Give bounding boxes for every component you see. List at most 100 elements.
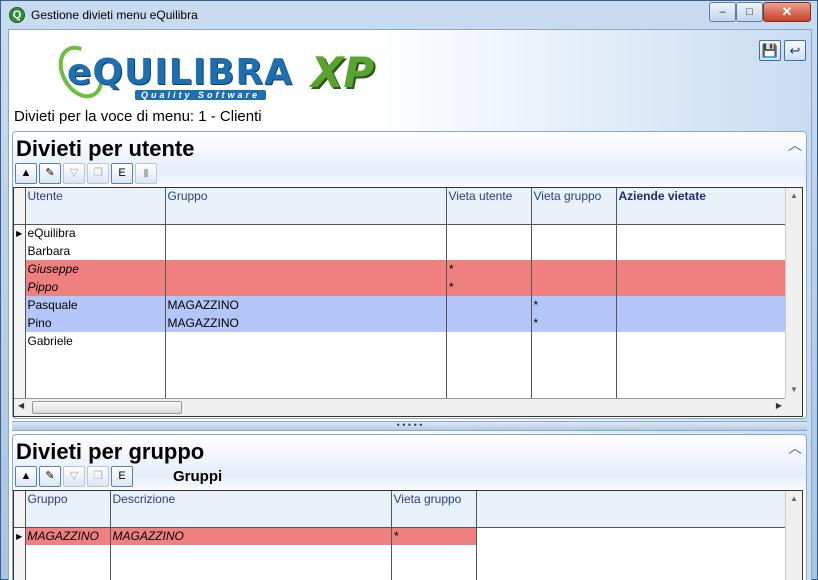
table-row[interactable]: ▶ MAGAZZINO MAGAZZINO * — [14, 527, 786, 545]
cell-vieta-utente[interactable] — [446, 314, 532, 332]
col-header-vieta-utente[interactable]: Vieta utente — [446, 188, 532, 225]
col-header-gruppo[interactable]: Gruppo — [165, 188, 447, 225]
cell-aziende[interactable] — [616, 260, 787, 278]
cell-vieta-gruppo[interactable] — [531, 242, 617, 260]
scroll-thumb[interactable] — [32, 401, 182, 414]
empty-cell[interactable] — [616, 368, 787, 386]
edit-button[interactable]: ✎ — [39, 466, 61, 487]
cell-gruppo[interactable] — [165, 242, 447, 260]
edit-button[interactable]: ✎ — [39, 163, 61, 184]
empty-cell[interactable] — [446, 350, 532, 368]
cell-vieta-gruppo[interactable]: * — [531, 296, 617, 314]
cell-gruppo[interactable] — [165, 332, 447, 350]
cell-aziende[interactable] — [616, 278, 787, 296]
cell-gruppo[interactable] — [165, 224, 447, 242]
cell-gruppo[interactable]: MAGAZZINO — [25, 527, 111, 545]
move-up-button[interactable]: ▲ — [15, 466, 37, 487]
cell-vieta-gruppo[interactable] — [531, 278, 617, 296]
collapse-icon[interactable]: ︿ — [788, 438, 802, 458]
cell-utente[interactable]: Pino — [25, 314, 166, 332]
cell-aziende[interactable] — [616, 314, 787, 332]
table-row[interactable]: Pino MAGAZZINO * — [14, 314, 787, 332]
scroll-down-icon[interactable]: ▼ — [786, 382, 802, 398]
table-row[interactable]: Gabriele — [14, 332, 787, 350]
filter-button[interactable]: ▽ — [63, 466, 85, 487]
col-header-gruppo[interactable]: Gruppo — [25, 491, 111, 528]
lock-button[interactable]: ▮ — [135, 163, 157, 184]
empty-cell[interactable] — [531, 368, 617, 386]
cell-vieta-utente[interactable] — [446, 242, 532, 260]
cell-vieta-gruppo[interactable]: * — [531, 314, 617, 332]
export-excel-button[interactable]: E — [111, 163, 133, 184]
cell-vieta-gruppo[interactable] — [531, 332, 617, 350]
scroll-left-icon[interactable]: ◀ — [18, 401, 24, 410]
empty-cell[interactable] — [446, 368, 532, 386]
empty-cell[interactable] — [531, 350, 617, 368]
cell-gruppo[interactable] — [165, 278, 447, 296]
cell-utente[interactable]: Giuseppe — [25, 260, 166, 278]
cell-utente[interactable]: eQuilibra — [25, 224, 166, 242]
copy-button[interactable]: ❐ — [87, 163, 109, 184]
table-row-empty[interactable] — [14, 350, 787, 368]
cell-utente[interactable]: Pippo — [25, 278, 166, 296]
table-row[interactable]: Pippo * — [14, 278, 787, 296]
cell-vieta-utente[interactable]: * — [446, 260, 532, 278]
cell-utente[interactable]: Pasquale — [25, 296, 166, 314]
cell-vieta-utente[interactable] — [446, 224, 532, 242]
table-row-empty[interactable] — [14, 563, 786, 580]
cell-vieta-gruppo[interactable] — [531, 260, 617, 278]
col-header-utente[interactable]: Utente — [25, 188, 166, 225]
table-row[interactable]: ▶ eQuilibra — [14, 224, 787, 242]
cell-vieta-gruppo[interactable]: * — [391, 527, 477, 545]
cell-gruppo[interactable]: MAGAZZINO — [165, 314, 447, 332]
scroll-right-icon[interactable]: ▶ — [776, 401, 782, 410]
empty-cell[interactable] — [616, 350, 787, 368]
cell-gruppo[interactable]: MAGAZZINO — [165, 296, 447, 314]
empty-cell[interactable] — [165, 368, 447, 386]
save-button[interactable]: 💾 — [759, 40, 781, 61]
user-restrictions-grid[interactable]: Utente Gruppo Vieta utente Vieta gruppo … — [13, 187, 803, 417]
empty-cell[interactable] — [110, 545, 392, 563]
table-row[interactable]: Pasquale MAGAZZINO * — [14, 296, 787, 314]
panel-splitter[interactable]: • • • • • — [12, 421, 807, 431]
cell-vieta-gruppo[interactable] — [531, 224, 617, 242]
col-header-vieta-gruppo[interactable]: Vieta gruppo — [391, 491, 477, 528]
table-row[interactable]: Giuseppe * — [14, 260, 787, 278]
cell-vieta-utente[interactable] — [446, 296, 532, 314]
minimize-button[interactable]: – — [709, 2, 736, 22]
cell-vieta-utente[interactable]: * — [446, 278, 532, 296]
scroll-up-icon[interactable]: ▲ — [786, 188, 802, 204]
empty-cell[interactable] — [110, 563, 392, 580]
empty-cell[interactable] — [25, 563, 111, 580]
cell-vieta-utente[interactable] — [446, 332, 532, 350]
table-row-empty[interactable] — [14, 545, 786, 563]
cell-descrizione[interactable]: MAGAZZINO — [110, 527, 392, 545]
copy-button[interactable]: ❐ — [87, 466, 109, 487]
vertical-scrollbar[interactable]: ▲ ▼ — [785, 188, 802, 398]
col-header-descrizione[interactable]: Descrizione — [110, 491, 392, 528]
col-header-vieta-gruppo[interactable]: Vieta gruppo — [531, 188, 617, 225]
table-row-empty[interactable] — [14, 368, 787, 386]
empty-cell[interactable] — [25, 545, 111, 563]
move-up-button[interactable]: ▲ — [15, 163, 37, 184]
cell-gruppo[interactable] — [165, 260, 447, 278]
close-button[interactable]: ✕ — [763, 2, 811, 22]
group-restrictions-grid[interactable]: Gruppo Descrizione Vieta gruppo ▶ MAGAZZ… — [13, 490, 803, 580]
empty-cell[interactable] — [391, 563, 477, 580]
cell-aziende[interactable] — [616, 224, 787, 242]
cell-aziende[interactable] — [616, 332, 787, 350]
scroll-up-icon[interactable]: ▲ — [786, 491, 802, 507]
title-bar[interactable]: Q Gestione divieti menu eQuilibra – □ ✕ — [1, 1, 817, 29]
export-excel-button[interactable]: E — [111, 466, 133, 487]
col-header-aziende-vietate[interactable]: Aziende vietate — [616, 188, 787, 225]
cell-aziende[interactable] — [616, 296, 787, 314]
vertical-scrollbar[interactable]: ▲ — [785, 491, 802, 580]
cell-utente[interactable]: Gabriele — [25, 332, 166, 350]
exit-button[interactable]: ↩ — [784, 40, 806, 61]
empty-cell[interactable] — [25, 350, 166, 368]
empty-cell[interactable] — [391, 545, 477, 563]
filter-button[interactable]: ▽ — [63, 163, 85, 184]
cell-aziende[interactable] — [616, 242, 787, 260]
horizontal-scrollbar[interactable]: ◀ ▶ — [14, 398, 786, 416]
empty-cell[interactable] — [25, 368, 166, 386]
